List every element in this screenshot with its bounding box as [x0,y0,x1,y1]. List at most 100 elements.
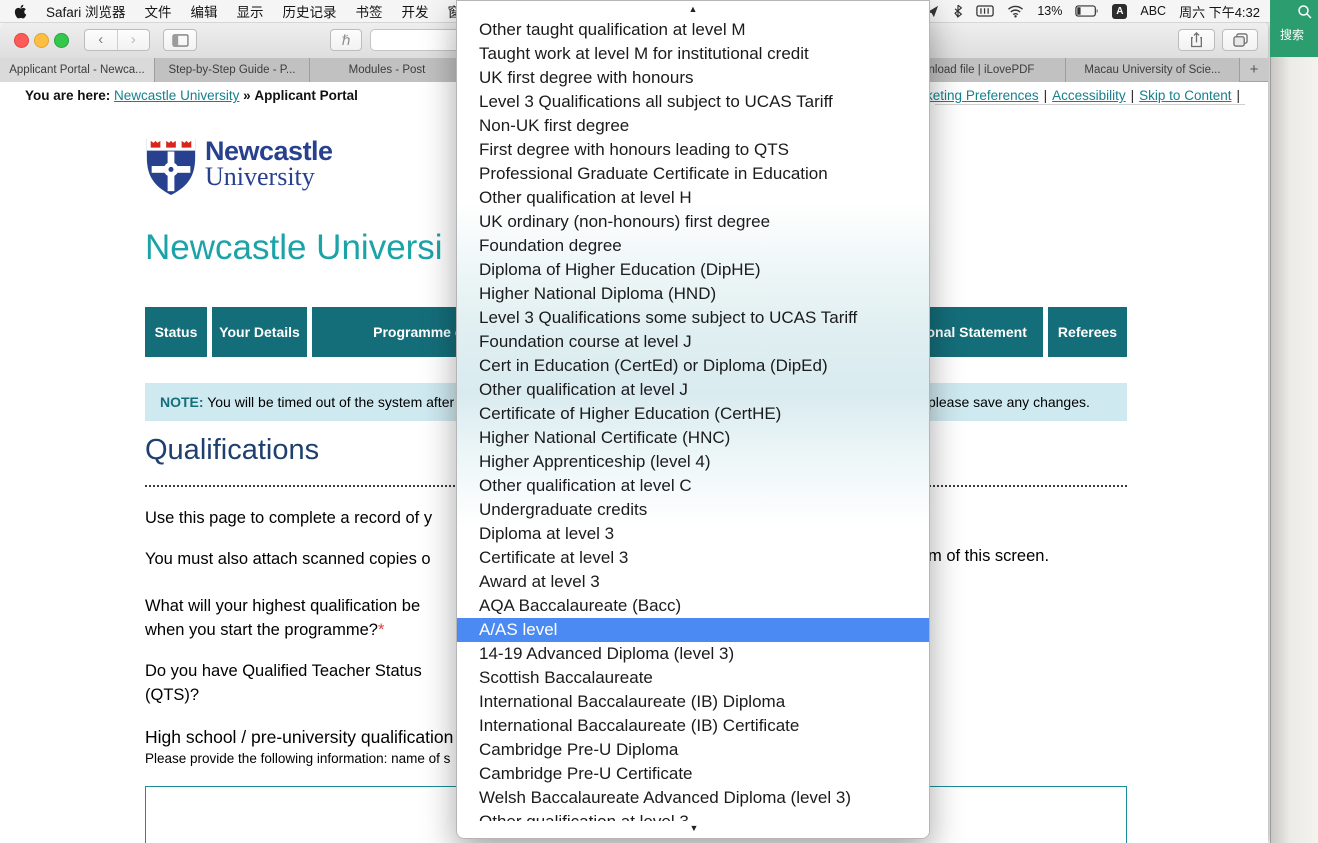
dropdown-option[interactable]: Certificate at level 3 [457,546,929,570]
input-source-icon[interactable]: A [1112,3,1128,19]
dropdown-option[interactable]: Award at level 3 [457,570,929,594]
browser-tab[interactable]: Step-by-Step Guide - P... [155,58,310,82]
dropdown-option[interactable]: Diploma at level 3 [457,522,929,546]
header-divider [935,104,1245,105]
utility-link[interactable]: Accessibility [1052,88,1126,103]
dropdown-option[interactable]: International Baccalaureate (IB) Certifi… [457,714,929,738]
dropdown-option[interactable]: First degree with honours leading to QTS [457,138,929,162]
dropdown-option[interactable]: Certificate of Higher Education (CertHE) [457,402,929,426]
close-window-button[interactable] [14,33,29,48]
breadcrumb: You are here: Newcastle University » App… [25,88,358,103]
zoom-window-button[interactable] [54,33,69,48]
dropdown-option[interactable]: Non-UK first degree [457,114,929,138]
dropdown-option[interactable]: A/AS level [457,618,929,642]
page-title: Newcastle Universi [145,228,443,267]
required-asterisk: * [377,621,385,639]
dropdown-option[interactable]: Cambridge Pre-U Certificate [457,762,929,786]
dropdown-option[interactable]: Level 3 Qualifications some subject to U… [457,306,929,330]
dropdown-list: Other taught qualification at level M Tau… [457,18,929,834]
wifi-icon[interactable] [1007,5,1024,18]
portal-nav-tab[interactable]: Status [145,307,207,357]
dropdown-option[interactable]: Level 3 Qualifications all subject to UC… [457,90,929,114]
new-tab-button[interactable]: + [1240,58,1268,82]
menu-view[interactable]: 显示 [237,1,264,21]
dropdown-option[interactable]: Other qualification at level H [457,186,929,210]
dropdown-option[interactable]: Other qualification at level J [457,378,929,402]
search-icon [1298,5,1312,19]
menu-history[interactable]: 历史记录 [283,1,337,21]
dropdown-option[interactable]: Foundation course at level J [457,330,929,354]
dropdown-option[interactable]: Taught work at level M for institutional… [457,42,929,66]
dropdown-option[interactable]: Scottish Baccalaureate [457,666,929,690]
utility-link[interactable]: Skip to Content [1139,88,1231,103]
dropdown-option[interactable]: UK ordinary (non-honours) first degree [457,210,929,234]
section-title: Qualifications [145,434,320,466]
share-button[interactable] [1178,29,1215,51]
dropdown-option[interactable]: International Baccalaureate (IB) Diploma [457,690,929,714]
dropdown-option[interactable]: Higher National Diploma (HND) [457,282,929,306]
keyboard-icon[interactable] [976,5,995,17]
dropdown-option[interactable]: Higher Apprenticeship (level 4) [457,450,929,474]
extension-button[interactable]: ℏ [330,29,362,51]
dropdown-option[interactable]: Other taught qualification at level M [457,18,929,42]
high-school-section-subtitle: Please provide the following information… [145,751,451,766]
note-label: NOTE: [160,394,204,410]
bluetooth-icon[interactable] [953,4,963,18]
tab-overview-button[interactable] [1222,29,1258,51]
dropdown-option[interactable]: Foundation degree [457,234,929,258]
back-button[interactable]: ‹ [85,30,117,50]
dropdown-option[interactable]: 14-19 Advanced Diploma (level 3) [457,642,929,666]
dropdown-option[interactable]: Professional Graduate Certificate in Edu… [457,162,929,186]
history-nav-buttons: ‹ › [84,29,150,51]
menubar-menus: Safari 浏览器 文件 编辑 显示 历史记录 书签 开发 窗口 [0,1,475,21]
browser-tab[interactable]: Macau University of Scie... [1066,58,1240,82]
breadcrumb-current: Applicant Portal [254,88,358,103]
dropdown-option[interactable]: Welsh Baccalaureate Advanced Diploma (le… [457,786,929,810]
dropdown-scroll-up-icon[interactable]: ▲ [457,4,929,14]
menu-develop[interactable]: 开发 [402,1,429,21]
menu-file[interactable]: 文件 [145,1,172,21]
dropdown-option[interactable]: Other qualification at level C [457,474,929,498]
dropdown-option[interactable]: Cert in Education (CertEd) or Diploma (D… [457,354,929,378]
logo-word-1: Newcastle [205,136,333,166]
utility-separator: | [1236,88,1240,103]
portal-nav-tab[interactable]: Your Details [212,307,307,357]
utility-links: Marketing Preferences | Accessibility | Skip… [903,88,1245,103]
high-school-section-title: High school / pre-university qualificati… [145,727,454,747]
menu-bookmarks[interactable]: 书签 [356,1,383,21]
intro-paragraph: Use this page to complete a record of y [145,509,433,527]
menubar-status: 13% A ABC 周六 下午4:32 [898,0,1260,22]
dropdown-option[interactable]: UK first degree with honours [457,66,929,90]
portal-nav-tab[interactable]: Referees [1048,307,1127,357]
qualification-dropdown[interactable]: ▲ Other taught qualification at level MT… [456,0,930,839]
highest-qualification-question: What will your highest qualification be … [145,597,421,639]
utility-separator: | [1130,88,1135,103]
sidebar-button[interactable] [163,29,197,51]
menu-edit[interactable]: 编辑 [191,1,218,21]
battery-percent: 13% [1037,4,1063,18]
attach-paragraph-left: You must also attach scanned copies o [145,550,431,568]
note-text-right: please save any changes. [928,394,1090,410]
input-source-label[interactable]: ABC [1140,4,1166,18]
breadcrumb-home-link[interactable]: Newcastle University [114,88,239,103]
dropdown-bottom-strip: ▼ [458,821,929,837]
dropdown-scroll-down-icon[interactable]: ▼ [458,823,929,833]
menu-safari[interactable]: Safari 浏览器 [46,1,126,21]
dropdown-option[interactable]: AQA Baccalaureate (Bacc) [457,594,929,618]
apple-icon[interactable] [14,4,27,19]
minimize-window-button[interactable] [34,33,49,48]
dropdown-option[interactable]: Higher National Certificate (HNC) [457,426,929,450]
background-window-edge [1270,57,1318,843]
background-search-label: 搜索 [1280,28,1305,42]
battery-icon [1075,5,1098,17]
qts-question: Do you have Qualified Teacher Status (QT… [145,662,422,704]
dropdown-option[interactable]: Undergraduate credits [457,498,929,522]
dropdown-option[interactable]: Diploma of Higher Education (DipHE) [457,258,929,282]
browser-tab[interactable]: Applicant Portal - Newca... [0,58,155,82]
menubar-clock[interactable]: 周六 下午4:32 [1179,2,1260,21]
university-logo[interactable]: Newcastle University [145,138,333,196]
attach-paragraph-right: m of this screen. [928,547,1050,565]
dropdown-option[interactable]: Cambridge Pre-U Diploma [457,738,929,762]
browser-tab[interactable]: Modules - Post [310,58,465,82]
forward-button[interactable]: › [116,30,150,50]
